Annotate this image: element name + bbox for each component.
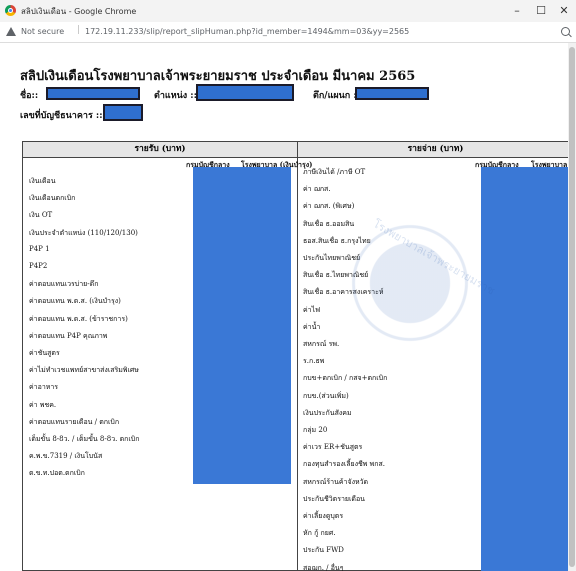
separator: | bbox=[77, 25, 81, 35]
column-divider bbox=[297, 142, 298, 571]
maximize-button[interactable]: ☐ bbox=[530, 3, 552, 19]
deduction-item-label: หัก กู้ กยศ. bbox=[303, 529, 336, 538]
browser-window: สลิปเงินเดือน - Google Chrome – ☐ ✕ Not … bbox=[0, 0, 576, 571]
income-item-label: เงินประจำตำแหน่ง (110/120/130) bbox=[29, 228, 138, 237]
deduction-item-label: ค่า ฌกส. bbox=[303, 185, 331, 194]
income-item-label: ค่าตอบแทนเวรบ่าย-ดึก bbox=[29, 280, 99, 289]
deduction-item-label: ค่าไฟ bbox=[303, 305, 321, 314]
income-item-label: P4P2 bbox=[29, 262, 48, 270]
income-header: รายรับ (บาท) bbox=[23, 142, 297, 158]
deduction-item-label: เงินประกันสังคม bbox=[303, 408, 352, 417]
deduction-item-label: สินเชื่อ ธ.ออมสิน bbox=[303, 219, 355, 228]
deduction-item-label: สหกรณ์ รพ. bbox=[303, 340, 340, 348]
income-item-label: P4P 1 bbox=[29, 244, 50, 253]
income-item-label: ค่าตอบแทนรายเดือน / ตกเบิก bbox=[29, 417, 120, 426]
zoom-icon[interactable] bbox=[561, 27, 570, 36]
chrome-icon bbox=[5, 5, 16, 16]
department-redaction bbox=[355, 87, 429, 100]
account-label: เลขที่บัญชีธนาคาร :: bbox=[20, 111, 103, 121]
deduction-item-label: กลุ่ม 20 bbox=[303, 426, 328, 434]
deduction-item-label: กบข.(ส่วนเพิ่ม) bbox=[303, 391, 349, 400]
deduction-item-label: ภาษีเงินได้ /ภาษี OT bbox=[303, 168, 366, 176]
close-button[interactable]: ✕ bbox=[553, 3, 575, 19]
deduction-item-label: สหกรณ์ร้านค้าจังหวัด bbox=[303, 477, 369, 486]
name-label: ชื่อ:: bbox=[20, 91, 39, 101]
income-item-label: ค่าอาหาร bbox=[29, 383, 59, 392]
income-item-label: ค่าตอบแทน พ.ต.ส. (ข้าราชการ) bbox=[29, 314, 128, 323]
deductions-amounts-redaction bbox=[481, 167, 571, 571]
income-item-label: ค่าไม่ทำเวชแพทย์สาขาส่งเสริมพิเศษ bbox=[29, 366, 139, 375]
deductions-header: รายจ่าย (บาท) bbox=[298, 142, 573, 158]
deduction-item-label: ค่าน้ำ bbox=[303, 322, 321, 331]
scrollbar-thumb[interactable] bbox=[569, 47, 575, 567]
deduction-item-label: ร.ก.ธพ bbox=[303, 357, 325, 366]
minimize-button[interactable]: – bbox=[506, 3, 528, 19]
income-item-label: เงินเดือน bbox=[29, 177, 56, 185]
deduction-item-label: ค่าเลี้ยงดูบุตร bbox=[303, 512, 344, 520]
income-item-label: เต็มขั้น 8-8ว. / เต็มขั้น 8-8ว. ตกเบิก bbox=[29, 435, 140, 443]
account-redaction bbox=[103, 104, 143, 121]
income-amounts-redaction bbox=[193, 167, 291, 484]
deduction-item-label: ประกันชีวิตรายเดือน bbox=[303, 494, 365, 503]
income-item-label: ค่าตอบแทน P4P คุณภาพ bbox=[29, 331, 108, 340]
income-item-label: เงิน OT bbox=[29, 211, 53, 220]
position-redaction bbox=[196, 84, 294, 101]
income-item-label: ค่าตอบแทน พ.ต.ส. (เงินบำรุง) bbox=[29, 297, 121, 306]
deduction-item-label: ประกัน FWD bbox=[303, 546, 344, 555]
security-label[interactable]: Not secure bbox=[21, 27, 64, 36]
deduction-item-label: สอฌก. / อื่นๆ bbox=[303, 563, 344, 571]
income-item-label: ต.ข.ท.ปอต.ตกเบิก bbox=[29, 469, 85, 478]
address-bar[interactable]: Not secure | 172.19.11.233/slip/report_s… bbox=[0, 22, 576, 43]
title-bar: สลิปเงินเดือน - Google Chrome – ☐ ✕ bbox=[0, 0, 576, 22]
page-content: สลิปเงินเดือนโรงพยาบาลเจ้าพระยายมราช ประ… bbox=[0, 43, 576, 571]
window-title: สลิปเงินเดือน - Google Chrome bbox=[21, 7, 137, 16]
warning-icon[interactable] bbox=[6, 27, 16, 36]
deduction-item-label: กองทุนสำรองเลี้ยงชีพ พกส. bbox=[303, 460, 385, 469]
income-item-label: เงินเดือนตกเบิก bbox=[29, 194, 76, 203]
deduction-item-label: ค่าเวร ER+ชันสูตร bbox=[303, 443, 363, 452]
department-label: ตึก/แผนก :: bbox=[313, 91, 361, 101]
deduction-item-label: กบข+ตกเบิก / กสจ+ตกเบิก bbox=[303, 374, 388, 383]
vertical-scrollbar[interactable] bbox=[568, 43, 576, 571]
url-text[interactable]: 172.19.11.233/slip/report_slipHuman.php?… bbox=[85, 27, 409, 36]
deduction-item-label: ค่า ฌกส. (พิเศษ) bbox=[303, 202, 355, 211]
position-label: ตำแหน่ง :: bbox=[154, 91, 197, 101]
income-item-label: ค.พ.ข.7319 / เงินโบนัส bbox=[29, 452, 103, 461]
income-item-label: ค่า พชค. bbox=[29, 400, 57, 409]
income-item-label: ค่าชันสูตร bbox=[29, 349, 60, 357]
name-redaction bbox=[46, 87, 140, 100]
salary-table: รายรับ (บาท) รายจ่าย (บาท) กรมบัญชีกลาง … bbox=[22, 141, 573, 571]
page-title: สลิปเงินเดือนโรงพยาบาลเจ้าพระยายมราช ประ… bbox=[20, 69, 416, 84]
